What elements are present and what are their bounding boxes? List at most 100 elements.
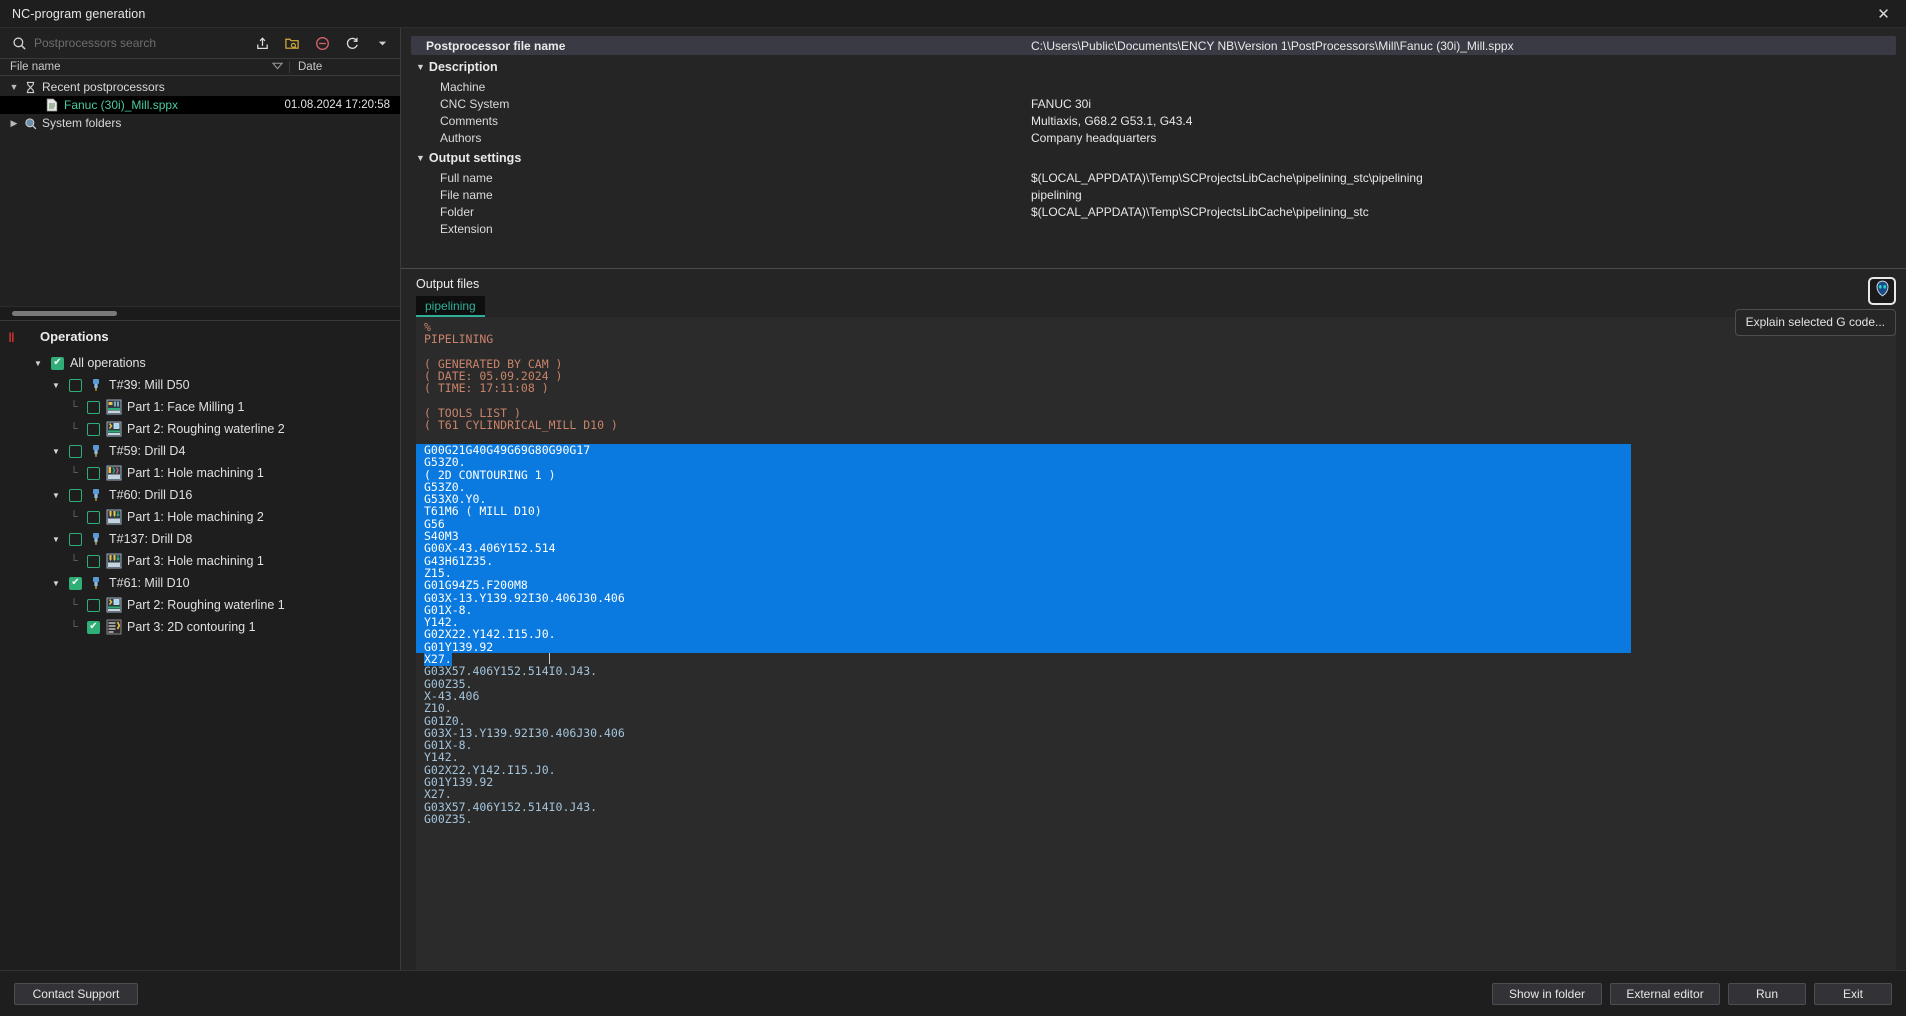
operation-row[interactable]: ▼T#39: Mill D50 [22,374,400,396]
postprocessor-tree-row[interactable]: Fanuc (30i)_Mill.sppx01.08.2024 17:20:58 [0,96,400,114]
gcode-line[interactable]: Z15. [416,567,1631,579]
operation-checkbox[interactable] [87,511,100,524]
show-in-folder-button[interactable]: Show in folder [1492,983,1602,1005]
chevron-down-icon[interactable]: ▼ [48,447,64,456]
chevron-down-icon[interactable]: ▼ [48,381,64,390]
gcode-line[interactable]: ( 2D CONTOURING 1 ) [416,469,1631,481]
gcode-line[interactable]: G00Z35. [416,678,1896,690]
gcode-text[interactable]: %PIPELINING ( GENERATED BY CAM )( DATE: … [416,317,1896,970]
gcode-line[interactable]: G53Z0. [416,456,1631,468]
gcode-line[interactable]: G01Y139.92 [416,776,1896,788]
scroll-track[interactable] [0,309,140,319]
property-row[interactable]: AuthorsCompany headquarters [411,129,1896,146]
gcode-line[interactable]: G56 [416,518,1631,530]
operation-checkbox[interactable] [87,467,100,480]
postprocessor-tree-row[interactable]: ▶System folders [0,114,400,132]
operation-row[interactable]: └Part 1: Hole machining 1 [22,462,400,484]
gcode-line[interactable]: G01Y139.92 [416,641,1631,653]
gcode-line[interactable]: S40M3 [416,530,1631,542]
operation-row[interactable]: └Part 1: Face Milling 1 [22,396,400,418]
chevron-down-icon[interactable]: ▼ [30,359,46,368]
operation-row[interactable]: └Part 1: Hole machining 2 [22,506,400,528]
gcode-line[interactable]: X27. [416,788,1896,800]
gcode-line[interactable]: G43H61Z35. [416,555,1631,567]
property-row[interactable]: Extension [411,220,1896,237]
gcode-line[interactable]: G01X-8. [416,604,1631,616]
chevron-down-icon[interactable]: ▼ [6,82,22,92]
property-row[interactable]: Full name$(LOCAL_APPDATA)\Temp\SCProject… [411,169,1896,186]
run-button[interactable]: Run [1728,983,1806,1005]
operation-checkbox[interactable] [69,577,82,590]
gcode-line[interactable]: Y142. [416,751,1896,763]
scroll-thumb[interactable] [12,311,117,316]
gcode-line[interactable]: G03X-13.Y139.92I30.406J30.406 [416,592,1631,604]
gcode-line[interactable]: ( T61 CYLINDRICAL_MILL D10 ) [416,419,1896,431]
gcode-line[interactable]: G03X57.406Y152.514I0.J43. [416,665,1896,677]
exit-button[interactable]: Exit [1814,983,1892,1005]
gcode-line[interactable]: X-43.406 [416,690,1896,702]
operation-row[interactable]: └Part 3: Hole machining 1 [22,550,400,572]
gcode-line[interactable]: G02X22.Y142.I15.J0. [416,764,1896,776]
close-icon[interactable]: ✕ [1861,0,1906,28]
operation-row[interactable]: └Part 3: 2D contouring 1 [22,616,400,638]
operation-checkbox[interactable] [69,379,82,392]
property-row[interactable]: File namepipelining [411,186,1896,203]
chevron-down-icon[interactable] [370,31,394,55]
gcode-line[interactable]: ( TIME: 17:11:08 ) [416,382,1896,394]
chevron-down-icon[interactable]: ▼ [48,535,64,544]
operation-row[interactable]: ▼T#60: Drill D16 [22,484,400,506]
operation-row[interactable]: ▼T#59: Drill D4 [22,440,400,462]
operation-row[interactable]: ▼All operations [22,352,400,374]
explain-gcode-button[interactable] [1868,277,1896,305]
contact-support-button[interactable]: Contact Support [14,983,138,1005]
gcode-line[interactable]: G00X-43.406Y152.514 [416,542,1631,554]
gcode-line[interactable]: ( GENERATED BY CAM ) [416,358,1896,370]
gcode-line[interactable]: G53Z0. [416,481,1631,493]
gcode-line[interactable]: % [416,321,1896,333]
postprocessors-tree[interactable]: ▼Recent postprocessorsFanuc (30i)_Mill.s… [0,76,400,306]
property-row[interactable]: CNC SystemFANUC 30i [411,95,1896,112]
gcode-line[interactable]: ( TOOLS LIST ) [416,407,1896,419]
chevron-down-icon[interactable]: ▼ [416,153,425,163]
gcode-line[interactable]: G03X57.406Y152.514I0.J43. [416,801,1896,813]
gcode-line[interactable]: G03X-13.Y139.92I30.406J30.406 [416,727,1896,739]
chevron-down-icon[interactable]: ▼ [48,491,64,500]
property-row[interactable]: Machine [411,78,1896,95]
gcode-line[interactable] [416,395,1896,407]
gcode-line[interactable]: G01Z0. [416,715,1896,727]
gcode-line[interactable]: T61M6 ( MILL D10) [416,505,1631,517]
operation-checkbox[interactable] [87,423,100,436]
export-icon[interactable] [250,31,274,55]
external-editor-button[interactable]: External editor [1610,983,1720,1005]
gcode-line[interactable]: PIPELINING [416,333,1896,345]
refresh-icon[interactable] [340,31,364,55]
gcode-line[interactable]: G53X0.Y0. [416,493,1631,505]
operation-row[interactable]: ▼T#137: Drill D8 [22,528,400,550]
property-row[interactable]: CommentsMultiaxis, G68.2 G53.1, G43.4 [411,112,1896,129]
property-row[interactable]: Folder$(LOCAL_APPDATA)\Temp\SCProjectsLi… [411,203,1896,220]
chevron-right-icon[interactable]: ▶ [6,118,22,129]
operation-row[interactable]: └Part 2: Roughing waterline 1 [22,594,400,616]
search-input[interactable] [34,32,244,54]
gcode-line[interactable]: G02X22.Y142.I15.J0. [416,628,1631,640]
gcode-line[interactable] [416,432,1896,444]
gcode-line[interactable]: Z10. [416,702,1896,714]
operation-checkbox[interactable] [69,533,82,546]
gcode-line[interactable]: G01G94Z5.F200M8 [416,579,1631,591]
property-group-header[interactable]: ▼Output settings [411,146,1896,169]
operation-checkbox[interactable] [87,621,100,634]
operation-checkbox[interactable] [51,357,64,370]
remove-icon[interactable] [310,31,334,55]
gcode-line[interactable]: G01X-8. [416,739,1896,751]
postprocessors-hscrollbar[interactable] [0,306,400,320]
postprocessor-tree-row[interactable]: ▼Recent postprocessors [0,78,400,96]
operations-tree[interactable]: ▼All operations▼T#39: Mill D50└Part 1: F… [22,352,400,638]
gcode-line[interactable]: G00G21G40G49G69G80G90G17 [416,444,1631,456]
gcode-editor[interactable]: %PIPELINING ( GENERATED BY CAM )( DATE: … [416,317,1896,970]
gcode-line[interactable]: Y142. [416,616,1631,628]
gcode-line[interactable]: ( DATE: 05.09.2024 ) [416,370,1896,382]
operation-row[interactable]: └Part 2: Roughing waterline 2 [22,418,400,440]
operation-checkbox[interactable] [69,445,82,458]
operation-checkbox[interactable] [87,401,100,414]
property-group-header[interactable]: ▼Description [411,55,1896,78]
